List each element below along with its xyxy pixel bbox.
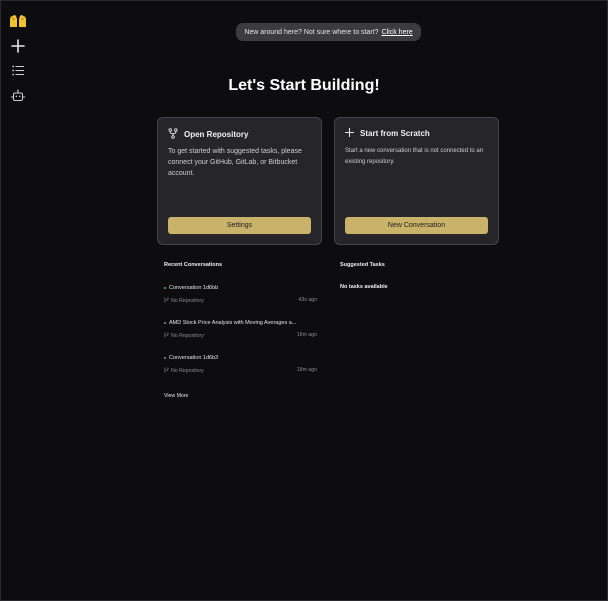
- start-from-scratch-description: Start a new conversation that is not con…: [345, 148, 484, 165]
- banner-link[interactable]: Click here: [382, 29, 413, 36]
- repository-icon: [164, 367, 169, 375]
- start-from-scratch-header: Start from Scratch: [344, 127, 430, 139]
- conversation-repo: No Repository: [171, 298, 204, 304]
- start-from-scratch-card: Start from Scratch Start a new conversat…: [334, 117, 499, 245]
- git-branch-icon: [168, 128, 178, 141]
- open-repository-card: Open Repository To get started with sugg…: [157, 117, 322, 245]
- open-repository-title: Open Repository: [184, 130, 249, 139]
- status-dot: [164, 287, 166, 289]
- settings-button[interactable]: Settings: [168, 217, 311, 234]
- conversation-time: 18m ago: [296, 367, 317, 373]
- start-from-scratch-title: Start from Scratch: [360, 129, 430, 138]
- status-dot: [164, 357, 166, 359]
- open-repository-description: To get started with suggested tasks, ple…: [168, 148, 302, 177]
- status-dot: [164, 322, 166, 324]
- conversation-repo: No Repository: [171, 333, 204, 339]
- conversation-repo: No Repository: [171, 368, 204, 374]
- suggested-tasks-title: Suggested Tasks: [340, 262, 385, 268]
- banner-text: New around here? Not sure where to start…: [244, 28, 379, 36]
- onboarding-banner: New around here? Not sure where to start…: [236, 23, 421, 41]
- recent-conversations-title: Recent Conversations: [164, 262, 223, 268]
- no-tasks-message: No tasks available: [340, 284, 388, 290]
- plus-icon[interactable]: [8, 36, 28, 56]
- conversation-title: AMD Stock Price Analysis with Moving Ave…: [169, 320, 297, 326]
- conversation-title: Conversation 1d6bb: [169, 285, 219, 291]
- hands-logo-icon[interactable]: [8, 11, 28, 31]
- conversation-item[interactable]: AMD Stock Price Analysis with Moving Ave…: [164, 320, 317, 340]
- new-conversation-button[interactable]: New Conversation: [345, 217, 488, 234]
- conversation-item[interactable]: Conversation 1d6b3 No Repository 18m ago: [164, 355, 317, 375]
- plus-icon: [344, 127, 355, 139]
- conversation-item[interactable]: Conversation 1d6bb No Repository 43s ago: [164, 285, 317, 305]
- view-more-link[interactable]: View More: [164, 393, 188, 399]
- repository-icon: [164, 332, 169, 340]
- page-title: Let's Start Building!: [228, 77, 380, 94]
- open-repository-header: Open Repository: [168, 128, 248, 141]
- repository-icon: [164, 297, 169, 305]
- conversation-time: 16m ago: [296, 332, 317, 338]
- conversation-time: 43s ago: [298, 297, 317, 303]
- conversation-title: Conversation 1d6b3: [169, 355, 219, 361]
